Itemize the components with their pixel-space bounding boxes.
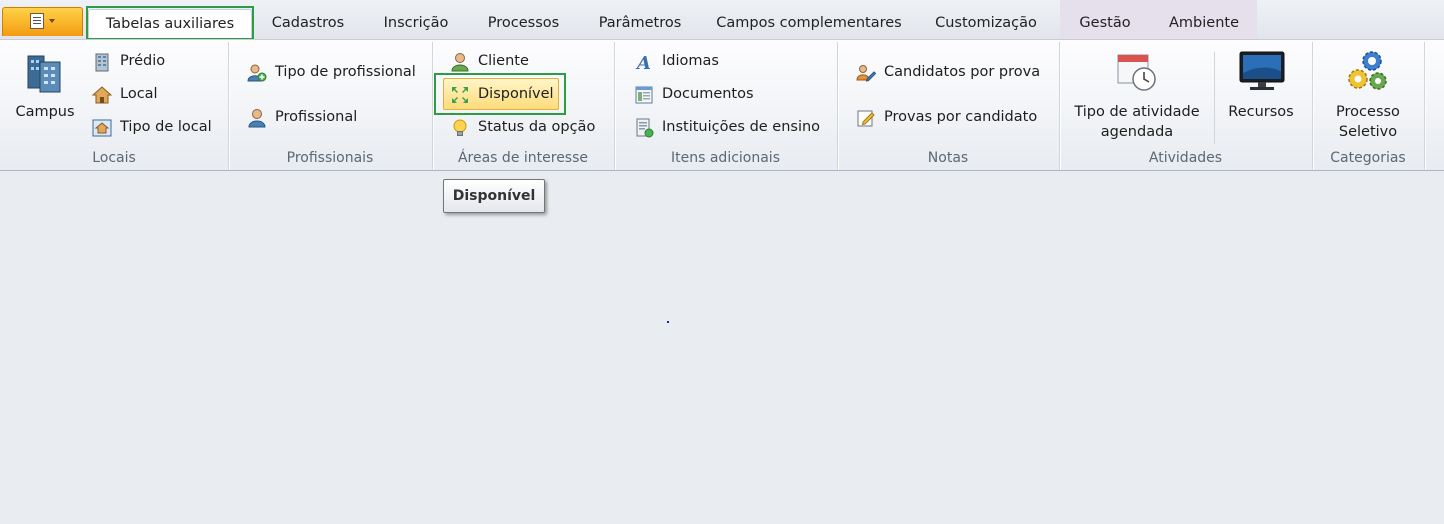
user-add-icon — [247, 64, 267, 82]
users-pencil-icon — [856, 65, 876, 82]
tipo-de-profissional-label: Tipo de profissional — [275, 64, 416, 80]
recursos-button[interactable]: Recursos — [1222, 48, 1300, 128]
profissional-button[interactable]: Profissional — [247, 104, 367, 130]
calendar-clock-icon — [1117, 54, 1156, 91]
tipo-de-atividade-label-line2: agendada — [1100, 124, 1174, 140]
buildings-icon — [27, 55, 61, 93]
group-label-profissionais: Profissionais — [286, 150, 374, 166]
campus-button[interactable]: Campus — [8, 48, 82, 128]
idiomas-label: Idiomas — [662, 53, 719, 69]
tab-customizacao[interactable]: Customização — [926, 9, 1046, 39]
tipo-de-profissional-button[interactable]: Tipo de profissional — [247, 59, 419, 85]
group-label-notas: Notas — [927, 150, 969, 166]
document-icon — [30, 13, 44, 29]
tab-processos[interactable]: Processos — [476, 9, 571, 39]
group-label-areas-de-interesse: Áreas de interesse — [457, 150, 589, 166]
button-separator — [1214, 52, 1215, 144]
group-separator — [1424, 42, 1425, 170]
instituicoes-de-ensino-button[interactable]: Instituições de ensino — [634, 114, 824, 140]
building-icon — [95, 53, 109, 72]
group-label-atividades: Atividades — [1148, 150, 1223, 166]
cliente-button[interactable]: Cliente — [450, 48, 550, 74]
processo-seletivo-label-line2: Seletivo — [1338, 124, 1398, 140]
tab-cadastros[interactable]: Cadastros — [262, 9, 354, 39]
tab-campos-complementares[interactable]: Campos complementares — [712, 9, 906, 39]
disponivel-highlight-box — [434, 73, 566, 115]
monitor-icon — [1239, 51, 1285, 90]
tab-inscricao[interactable]: Inscrição — [372, 9, 460, 39]
house-icon — [92, 86, 112, 104]
user-icon — [451, 53, 469, 72]
provas-por-candidato-label: Provas por candidato — [884, 109, 1038, 125]
profissional-label: Profissional — [275, 109, 358, 125]
chevron-down-icon — [49, 19, 55, 23]
institution-icon — [636, 118, 654, 138]
cliente-label: Cliente — [478, 53, 529, 69]
documentos-button[interactable]: Documentos — [634, 81, 754, 107]
svg-text:A: A — [635, 53, 651, 72]
tipo-de-local-label: Tipo de local — [120, 119, 212, 135]
instituicoes-de-ensino-label: Instituições de ensino — [662, 119, 821, 135]
application-menu-button[interactable] — [2, 7, 83, 36]
main-content-area — [0, 171, 1444, 524]
idiomas-button[interactable]: A Idiomas — [634, 48, 734, 74]
tipo-de-local-button[interactable]: Tipo de local — [92, 114, 217, 140]
provas-por-candidato-button[interactable]: Provas por candidato — [856, 104, 1046, 130]
gears-icon — [1348, 51, 1387, 90]
tab-ambiente[interactable]: Ambiente — [1160, 9, 1248, 39]
cursor-dot — [667, 321, 669, 323]
predio-label: Prédio — [120, 53, 166, 69]
tab-parametros[interactable]: Parâmetros — [588, 9, 692, 39]
document-window-icon — [635, 86, 653, 104]
house-frame-icon — [92, 119, 112, 137]
group-label-itens-adicionais: Itens adicionais — [671, 150, 780, 166]
status-da-opcao-label: Status da opção — [478, 119, 596, 135]
campus-label: Campus — [15, 104, 75, 120]
group-label-locais: Locais — [92, 150, 136, 166]
documentos-label: Documentos — [662, 86, 754, 102]
status-da-opcao-button[interactable]: Status da opção — [450, 114, 600, 140]
tipo-de-atividade-label-line1: Tipo de atividade — [1074, 104, 1200, 120]
group-label-categorias: Categorias — [1330, 150, 1406, 166]
edit-document-icon — [857, 110, 875, 127]
letter-a-icon: A — [635, 53, 651, 72]
processo-seletivo-label-line1: Processo — [1336, 104, 1400, 120]
lightbulb-icon — [453, 119, 467, 136]
tab-gestao[interactable]: Gestão — [1070, 9, 1140, 39]
candidatos-por-prova-button[interactable]: Candidatos por prova — [856, 59, 1046, 85]
tab-highlight-box — [86, 6, 254, 40]
tooltip-disponivel: Disponível — [443, 179, 545, 213]
recursos-label: Recursos — [1228, 104, 1294, 120]
local-button[interactable]: Local — [92, 81, 212, 107]
local-label: Local — [120, 86, 158, 102]
tipo-de-atividade-agendada-button[interactable]: Tipo de atividade agendada — [1066, 48, 1208, 144]
predio-button[interactable]: Prédio — [92, 48, 212, 74]
user-icon — [248, 109, 266, 128]
processo-seletivo-button[interactable]: Processo Seletivo — [1320, 48, 1416, 144]
candidatos-por-prova-label: Candidatos por prova — [884, 64, 1041, 80]
